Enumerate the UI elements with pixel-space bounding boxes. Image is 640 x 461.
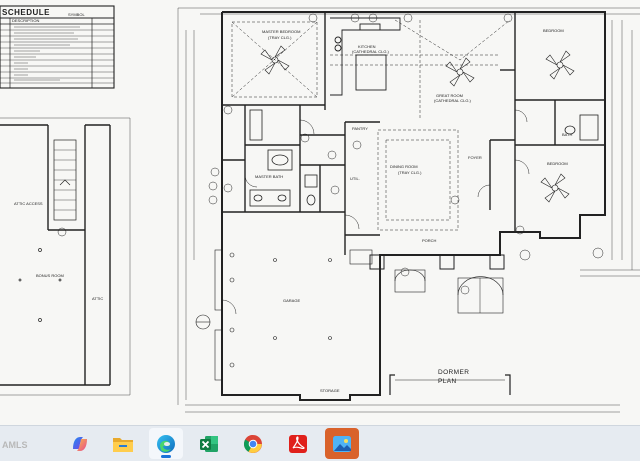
callout-tags xyxy=(57,13,604,295)
excel-icon xyxy=(200,435,218,452)
taskbar-file-explorer-button[interactable] xyxy=(106,428,140,459)
taskbar-photos-button[interactable] xyxy=(325,428,359,459)
porch-columns xyxy=(369,254,505,314)
attic-access-label: ATTIC ACCESS xyxy=(14,201,43,206)
room-label-master-bedroom: MASTER BEDROOM xyxy=(262,29,300,34)
room-label-garage: GARAGE xyxy=(283,298,300,303)
room-label-bedroom-2: BEDROOM xyxy=(547,161,568,166)
room-note-master-bedroom: (TRAY CLG.) xyxy=(268,35,292,40)
edge-icon xyxy=(157,434,175,453)
room-label-foyer: FOYER xyxy=(468,155,482,160)
ceiling-fans xyxy=(260,45,575,203)
room-note-great-room: (CATHEDRAL CLG.) xyxy=(434,98,472,103)
schedule-col-description: DESCRIPTION xyxy=(12,18,39,23)
taskbar-excel-button[interactable] xyxy=(192,428,226,459)
room-label-pantry: PANTRY xyxy=(352,126,368,131)
windows-taskbar xyxy=(0,425,640,461)
floor-plan-drawing: SCHEDULE DESCRIPTION SYMBOL MASTER BEDRO… xyxy=(0,0,640,425)
chrome-icon xyxy=(243,434,262,453)
room-label-bath: BATH xyxy=(562,132,572,137)
mls-watermark: AMLS xyxy=(2,440,28,450)
room-label-storage: STORAGE xyxy=(320,388,340,393)
taskbar-acrobat-button[interactable] xyxy=(281,428,315,459)
schedule-title: SCHEDULE xyxy=(2,8,50,17)
dormer-plan-title: PLAN xyxy=(438,378,457,385)
copilot-icon xyxy=(73,436,87,451)
room-label-master-bath: MASTER BATH xyxy=(255,174,283,179)
dormer-title: DORMER xyxy=(438,369,469,376)
kitchen-counters xyxy=(330,17,401,96)
room-label-util: UTIL. xyxy=(350,176,360,181)
folder-icon xyxy=(113,437,133,452)
room-note-dining: (TRAY CLG.) xyxy=(398,170,422,175)
room-label-dining: DINING ROOM xyxy=(390,164,418,169)
taskbar-edge-button[interactable] xyxy=(149,428,183,459)
bath-fixtures xyxy=(249,109,599,207)
room-label-bedroom-1: BEDROOM xyxy=(543,28,564,33)
acrobat-icon xyxy=(289,434,307,453)
bonus-room-outline xyxy=(0,117,131,396)
room-note-kitchen: (CATHEDRAL CLG.) xyxy=(352,49,390,54)
attic-label: ATTIC xyxy=(92,296,103,301)
taskbar-chrome-button[interactable] xyxy=(236,428,270,459)
taskbar-copilot-button[interactable] xyxy=(63,428,97,459)
room-label-porch: PORCH xyxy=(422,238,437,243)
schedule-col-symbol: SYMBOL xyxy=(68,12,85,17)
room-label-bonus: BONUS ROOM xyxy=(36,273,64,278)
dimension-lines xyxy=(177,7,640,413)
photos-icon xyxy=(333,435,351,452)
